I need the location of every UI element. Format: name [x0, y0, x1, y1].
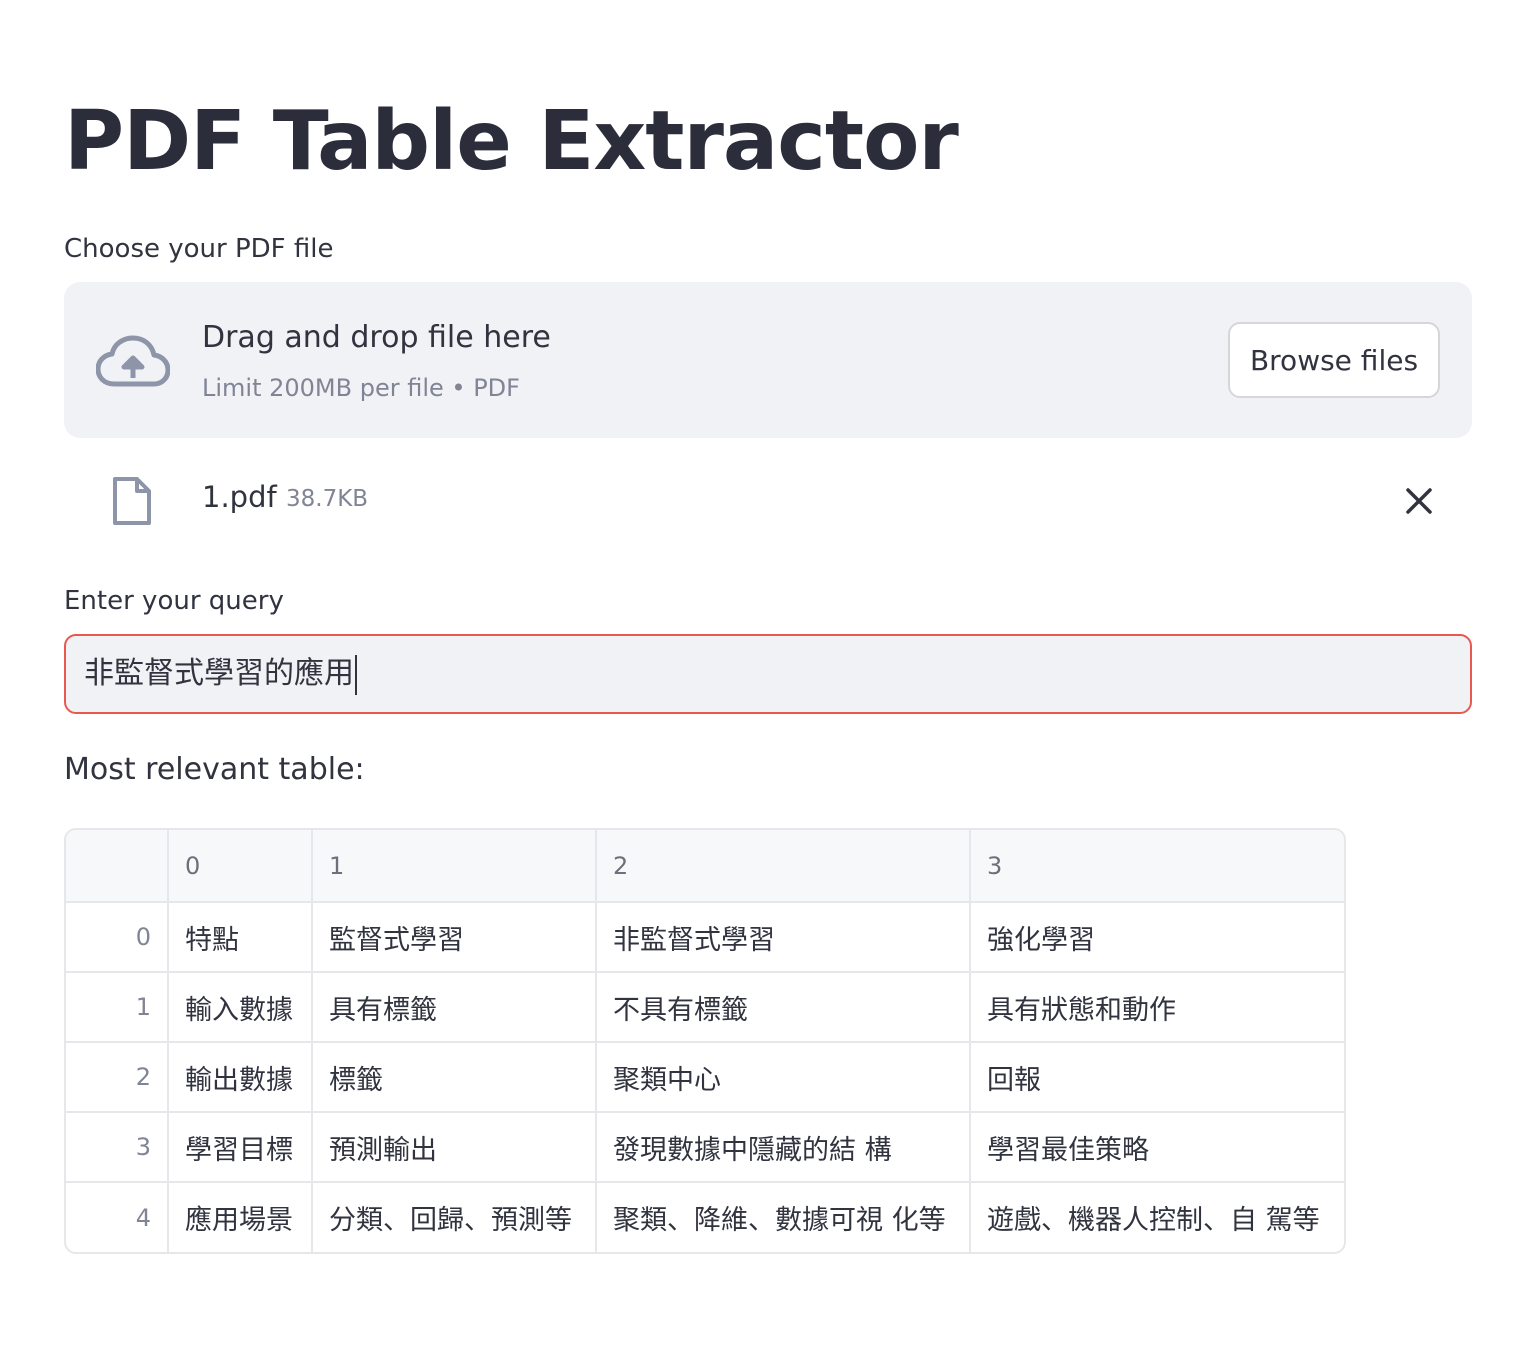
table-cell[interactable]: 不具有標籤 — [596, 972, 971, 1043]
browse-files-button[interactable]: Browse files — [1228, 322, 1440, 398]
row-index: 4 — [66, 1182, 169, 1252]
table-cell[interactable]: 學習目標 — [168, 1112, 313, 1183]
table-cell[interactable]: 預測輸出 — [312, 1112, 597, 1183]
table-cell[interactable]: 強化學習 — [970, 902, 1344, 973]
table-cell[interactable]: 監督式學習 — [312, 902, 597, 973]
row-index: 1 — [66, 972, 169, 1043]
column-header[interactable]: 3 — [970, 830, 1344, 903]
table-cell[interactable]: 非監督式學習 — [596, 902, 971, 973]
file-dropzone[interactable]: Drag and drop file here Limit 200MB per … — [64, 282, 1472, 438]
query-input[interactable]: 非監督式學習的應用 — [64, 634, 1472, 714]
file-icon — [113, 477, 151, 525]
row-index: 2 — [66, 1042, 169, 1113]
app-page: PDF Table Extractor Choose your PDF file… — [0, 0, 1534, 1350]
table-cell[interactable]: 應用場景 — [168, 1182, 313, 1252]
table-cell[interactable]: 學習最佳策略 — [970, 1112, 1344, 1183]
result-label: Most relevant table: — [64, 752, 365, 787]
uploaded-file-size: 38.7KB — [286, 486, 369, 512]
row-index: 3 — [66, 1112, 169, 1183]
text-caret — [355, 654, 357, 695]
close-icon[interactable] — [1400, 482, 1438, 520]
table-cell[interactable]: 特點 — [168, 902, 313, 973]
dropzone-title: Drag and drop file here — [202, 320, 551, 355]
table-cell[interactable]: 分類、回歸、預測等 — [312, 1182, 597, 1252]
table-cell[interactable]: 輸出數據 — [168, 1042, 313, 1113]
column-header[interactable]: 2 — [596, 830, 971, 903]
cloud-upload-icon — [96, 335, 170, 387]
table-cell[interactable]: 具有標籤 — [312, 972, 597, 1043]
uploaded-file-name: 1.pdf — [202, 480, 277, 514]
table-cell[interactable]: 遊戲、機器人控制、自 駕等 — [970, 1182, 1344, 1252]
query-label: Enter your query — [64, 586, 284, 616]
table-row: 2 輸出數據 標籤 聚類中心 回報 — [66, 1042, 1344, 1113]
table-cell[interactable]: 聚類中心 — [596, 1042, 971, 1113]
table-row: 3 學習目標 預測輸出 發現數據中隱藏的結 構 學習最佳策略 — [66, 1112, 1344, 1183]
table-cell[interactable]: 聚類、降維、數據可視 化等 — [596, 1182, 971, 1252]
table-cell[interactable]: 具有狀態和動作 — [970, 972, 1344, 1043]
table-cell[interactable]: 輸入數據 — [168, 972, 313, 1043]
index-column-header — [66, 830, 169, 903]
table-cell[interactable]: 發現數據中隱藏的結 構 — [596, 1112, 971, 1183]
table-header-row: 0 1 2 3 — [66, 830, 1344, 903]
table-row: 0 特點 監督式學習 非監督式學習 強化學習 — [66, 902, 1344, 973]
uploaded-file-row: 1.pdf 38.7KB — [64, 462, 1472, 538]
dropzone-limit-text: Limit 200MB per file • PDF — [202, 374, 520, 402]
file-uploader-label: Choose your PDF file — [64, 234, 334, 264]
table-cell[interactable]: 回報 — [970, 1042, 1344, 1113]
result-table[interactable]: 0 1 2 3 0 特點 監督式學習 非監督式學習 強化學習 1 輸入數據 具有 — [64, 828, 1346, 1254]
column-header[interactable]: 0 — [168, 830, 313, 903]
column-header[interactable]: 1 — [312, 830, 597, 903]
table-row: 1 輸入數據 具有標籤 不具有標籤 具有狀態和動作 — [66, 972, 1344, 1043]
page-title: PDF Table Extractor — [64, 94, 959, 189]
table-row: 4 應用場景 分類、回歸、預測等 聚類、降維、數據可視 化等 遊戲、機器人控制、… — [66, 1182, 1344, 1252]
table-cell[interactable]: 標籤 — [312, 1042, 597, 1113]
query-input-value: 非監督式學習的應用 — [84, 656, 354, 691]
row-index: 0 — [66, 902, 169, 973]
